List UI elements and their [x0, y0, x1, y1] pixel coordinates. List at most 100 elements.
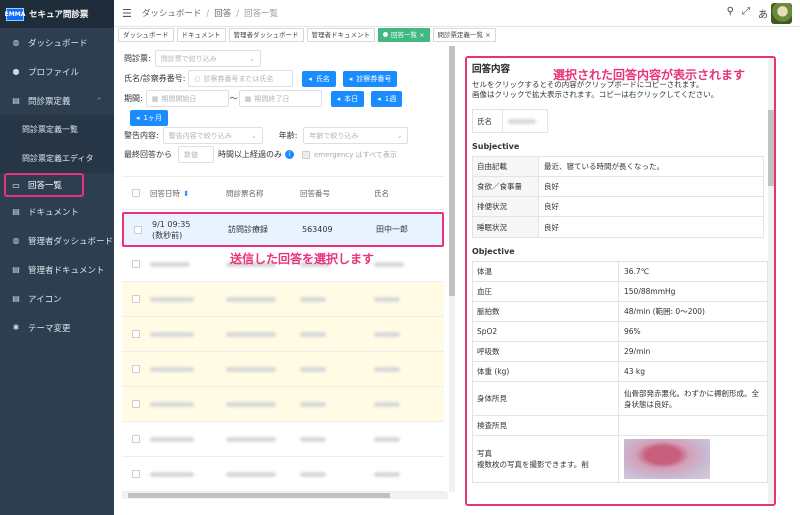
sidebar-item-theme[interactable]: ✱ テーマ変更 [0, 313, 114, 342]
tab-admin-documents[interactable]: 管理者ドキュメント [306, 28, 375, 42]
row-checkbox[interactable] [132, 330, 140, 338]
header-form-name[interactable]: 問診票名称 [226, 188, 300, 199]
calendar-icon: ▦ [151, 94, 159, 103]
tab-answer-list[interactable]: 回答一覧 × [378, 28, 430, 42]
wound-photo[interactable] [624, 439, 710, 479]
elapsed-filter-row: 最終回答から 数値 時間以上経過のみ i emergency はすべて表示 [124, 146, 397, 163]
sidebar-item-admin-documents[interactable]: ▤ 管理者ドキュメント [0, 255, 114, 284]
table-row[interactable] [122, 457, 444, 492]
app-logo: EMMA [5, 7, 25, 21]
objective-row[interactable]: 呼吸数 29/min [473, 342, 767, 362]
sidebar-item-answer-list[interactable]: ▭ 回答一覧 [4, 173, 84, 197]
objective-row[interactable]: 身体所見 仙骨部発赤悪化。わずかに褥創形成。全身状態は良好。 [473, 382, 767, 416]
row-checkbox[interactable] [132, 435, 140, 443]
sidebar-item-form-definitions[interactable]: ▤ 問診票定義 ^ [0, 86, 114, 115]
sidebar-item-form-definition-list[interactable]: 問診票定義一覧 [0, 115, 114, 144]
objective-row-photo[interactable]: 写真 複数枚の写真を撮影できます。削 [473, 436, 767, 482]
period-month-button[interactable]: ◂ 1ヶ月 [130, 110, 168, 126]
cell-patient-name: 田中一郎 [376, 225, 408, 234]
font-size-icon[interactable]: あ [758, 6, 768, 21]
period-today-button[interactable]: ◂ 本日 [330, 90, 365, 107]
row-checkbox[interactable] [134, 225, 142, 234]
search-by-card-number-button[interactable]: ◂ 診察券番号 [342, 70, 398, 87]
sort-icon: ⬍ [183, 188, 190, 198]
subjective-row[interactable]: 睡眠状況 良好 [473, 217, 763, 237]
info-icon[interactable]: i [285, 150, 294, 159]
list-horizontal-scrollbar[interactable] [122, 492, 448, 499]
period-week-button[interactable]: ◂ 1週 [371, 90, 403, 107]
sidebar-item-profile[interactable]: ● プロファイル [0, 57, 114, 86]
brand[interactable]: EMMA セキュア問診票 [0, 0, 114, 28]
period-label: 期間: [124, 94, 143, 103]
detail-description: セルをクリックするとその内容がクリップボードにコピーされます。 画像はクリックで拡… [472, 80, 719, 99]
search-icon[interactable]: ⚲ [727, 6, 734, 21]
sidebar-item-dashboard[interactable]: ◍ ダッシュボード [0, 28, 114, 57]
breadcrumb-item-answers[interactable]: 回答 [214, 9, 231, 19]
row-checkbox[interactable] [132, 260, 140, 268]
subjective-row[interactable]: 自由記載 最近、寝ている時間が長くなった。 [473, 157, 763, 177]
sidebar-item-documents[interactable]: ▤ ドキュメント [0, 197, 114, 226]
period-start-input[interactable]: ▦ 期間開始日 [145, 90, 229, 107]
row-checkbox[interactable] [132, 295, 140, 303]
detail-vertical-scrollbar[interactable] [768, 58, 774, 504]
sidebar-item-admin-dashboard[interactable]: ◍ 管理者ダッシュボード [0, 226, 114, 255]
dashboard-icon: ◍ [12, 236, 20, 245]
dashboard-icon: ◍ [12, 38, 20, 47]
subjective-table: 自由記載 最近、寝ている時間が長くなった。 食欲／食事量 良好 排便状況 良好 睡眠状… [472, 156, 764, 238]
header-answer-date[interactable]: 回答日時 ⬍ [150, 188, 226, 199]
tab-admin-dashboard[interactable]: 管理者ダッシュボード [228, 28, 304, 42]
hamburger-menu-icon[interactable]: ☰ [122, 7, 132, 20]
answer-list-panel: 問診票: 問診票で絞り込み ⌄ 氏名/診察券番号: ○ 診察券番号または氏名 ◂ 氏名… [118, 46, 455, 501]
objective-row[interactable]: 体温 36.7℃ [473, 262, 767, 282]
warning-filter-select[interactable]: 警告内容で絞り込み ⌄ [162, 127, 263, 144]
tab-bar: ダッシュボード ドキュメント 管理者ダッシュボード 管理者ドキュメント 回答一覧… [118, 28, 496, 42]
avatar[interactable] [771, 3, 792, 24]
objective-table: 体温 36.7℃ 血圧 150/88mmHg 脈拍数 48/min (範囲: 0〜20… [472, 261, 768, 483]
name-search-input[interactable]: ○ 診察券番号または氏名 [188, 70, 294, 87]
select-annotation: 送信した回答を選択します [230, 252, 375, 266]
table-row[interactable] [122, 282, 444, 317]
warning-filter-row: 警告内容: 警告内容で絞り込み ⌄ 年齢: 年齢で絞り込み ⌄ [124, 127, 409, 144]
period-filter-row: 期間: ▦ 期間開始日 〜 ▦ 期間終了日 ◂ 本日 ◂ 1週 [124, 90, 403, 107]
form-filter-select[interactable]: 問診票で絞り込み ⌄ [154, 50, 261, 67]
sidebar-item-icons[interactable]: ▤ アイコン [0, 284, 114, 313]
table-row[interactable] [122, 422, 444, 457]
palette-icon: ✱ [12, 323, 20, 332]
document-icon: ▤ [12, 207, 20, 216]
objective-row[interactable]: SpO2 96% [473, 322, 767, 342]
header-patient-name[interactable]: 氏名 [374, 188, 434, 199]
objective-row[interactable]: 血圧 150/88mmHg [473, 282, 767, 302]
objective-row[interactable]: 検査所見 [473, 416, 767, 436]
select-all-checkbox[interactable] [132, 189, 140, 197]
subjective-row[interactable]: 食欲／食事量 良好 [473, 177, 763, 197]
tab-documents[interactable]: ドキュメント [176, 28, 226, 42]
hours-input[interactable]: 数値 [178, 146, 214, 163]
search-by-name-button[interactable]: ◂ 氏名 [302, 70, 336, 87]
tab-dashboard[interactable]: ダッシュボード [118, 28, 174, 42]
row-checkbox[interactable] [132, 470, 140, 478]
objective-row[interactable]: 脈拍数 48/min (範囲: 0〜200) [473, 302, 767, 322]
row-checkbox[interactable] [132, 365, 140, 373]
table-row-selected[interactable]: 9/1 09:35 (数秒前) 訪問診療録 563409 田中一郎 [122, 212, 444, 247]
row-checkbox[interactable] [132, 400, 140, 408]
table-row[interactable] [122, 317, 444, 352]
inbox-icon: ▭ [12, 180, 20, 190]
fullscreen-icon[interactable]: ⤢ [742, 6, 750, 21]
cell-answer-number: 563409 [302, 225, 333, 234]
list-vertical-scrollbar[interactable] [449, 46, 455, 492]
subjective-row[interactable]: 排便状況 良好 [473, 197, 763, 217]
document-icon: ▤ [12, 96, 20, 105]
breadcrumb-item-answer-list: 回答一覧 [244, 9, 279, 19]
sidebar-item-form-definition-editor[interactable]: 問診票定義エディタ [0, 144, 114, 173]
age-filter-select[interactable]: 年齢で絞り込み ⌄ [303, 127, 409, 144]
header-answer-number[interactable]: 回答番号 [300, 188, 374, 199]
emergency-checkbox[interactable] [302, 150, 310, 159]
chevron-up-icon: ^ [96, 96, 102, 105]
tab-form-definition-list[interactable]: 問診票定義一覧 × [432, 28, 496, 42]
caret-left-icon: ◂ [136, 114, 140, 122]
table-row[interactable] [122, 352, 444, 387]
breadcrumb-item-dashboard[interactable]: ダッシュボード [142, 9, 202, 19]
table-row[interactable] [122, 387, 444, 422]
period-end-input[interactable]: ▦ 期間終了日 [238, 90, 322, 107]
objective-row[interactable]: 体重 (kg) 43 kg [473, 362, 767, 382]
